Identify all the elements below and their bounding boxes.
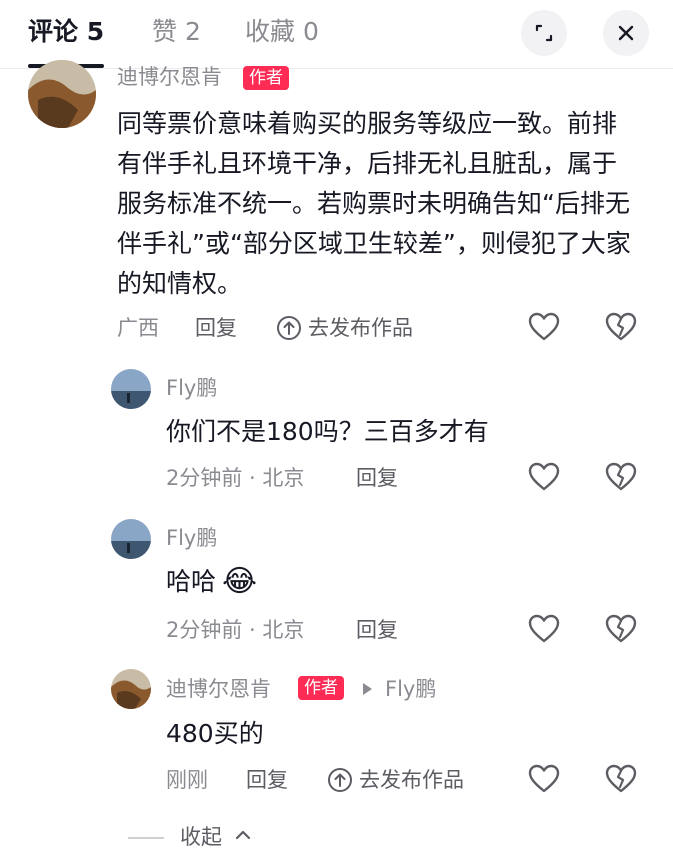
reply-time-location: 2分钟前 · 北京 <box>166 466 305 490</box>
tab-comments[interactable]: 评论 5 <box>28 14 104 50</box>
publish-icon <box>328 768 352 792</box>
reply-text: 你们不是180吗？三百多才有 <box>166 417 489 446</box>
reply-author[interactable]: Fly鹏 <box>166 523 217 553</box>
avatar[interactable] <box>111 369 151 409</box>
avatar[interactable] <box>28 60 96 128</box>
publish-icon <box>277 316 301 340</box>
like-heart-icon[interactable] <box>528 764 560 794</box>
reply-author[interactable]: 迪博尔恩肯 <box>166 674 271 704</box>
like-heart-icon[interactable] <box>528 462 560 492</box>
reply-author[interactable]: Fly鹏 <box>166 373 217 403</box>
dislike-broken-heart-icon[interactable] <box>605 312 637 342</box>
comment-text: 同等票价意味着购买的服务等级应一致。前排有伴手礼且环境干净，后排无礼且脏乱，属于… <box>117 109 631 298</box>
avatar[interactable] <box>111 669 151 709</box>
reply-text: 480买的 <box>166 719 264 748</box>
reply-button[interactable]: 回复 <box>195 313 237 343</box>
avatar[interactable] <box>111 519 151 559</box>
reply-button[interactable]: 回复 <box>246 765 288 795</box>
publish-work-button[interactable]: 去发布作品 <box>308 313 413 343</box>
tab-favorites[interactable]: 收藏 0 <box>245 14 319 50</box>
collapse-button[interactable]: 收起 <box>180 822 222 852</box>
dislike-broken-heart-icon[interactable] <box>605 764 637 794</box>
avatar-image <box>111 369 151 409</box>
comment-location: 广西 <box>117 316 159 340</box>
chevron-up-icon <box>235 830 251 840</box>
tab-likes[interactable]: 赞 2 <box>152 14 201 50</box>
reply-time: 刚刚 <box>166 768 208 792</box>
comment-author[interactable]: 迪博尔恩肯 <box>117 62 222 92</box>
author-badge: 作者 <box>243 66 289 90</box>
dislike-broken-heart-icon[interactable] <box>605 462 637 492</box>
reply-button[interactable]: 回复 <box>356 615 398 645</box>
reply-text: 哈哈 <box>166 567 217 596</box>
laughing-crying-emoji: 😂 <box>222 564 258 599</box>
avatar-image <box>111 669 151 709</box>
author-badge: 作者 <box>298 676 344 700</box>
close-button[interactable] <box>603 10 649 56</box>
reply-time-location: 2分钟前 · 北京 <box>166 618 305 642</box>
dislike-broken-heart-icon[interactable] <box>605 614 637 644</box>
comment-tabs: 评论 5 赞 2 收藏 0 <box>0 0 673 69</box>
reply-to-user[interactable]: Fly鹏 <box>385 674 436 704</box>
like-heart-icon[interactable] <box>528 312 560 342</box>
reply-to-arrow-icon <box>363 683 372 695</box>
avatar-image <box>111 519 151 559</box>
expand-button[interactable] <box>521 10 567 56</box>
avatar-image <box>28 60 96 128</box>
reply-button[interactable]: 回复 <box>356 463 398 493</box>
collapse-divider <box>128 837 164 839</box>
close-icon <box>618 25 634 41</box>
publish-work-button[interactable]: 去发布作品 <box>359 765 464 795</box>
expand-icon <box>535 24 553 42</box>
like-heart-icon[interactable] <box>528 614 560 644</box>
